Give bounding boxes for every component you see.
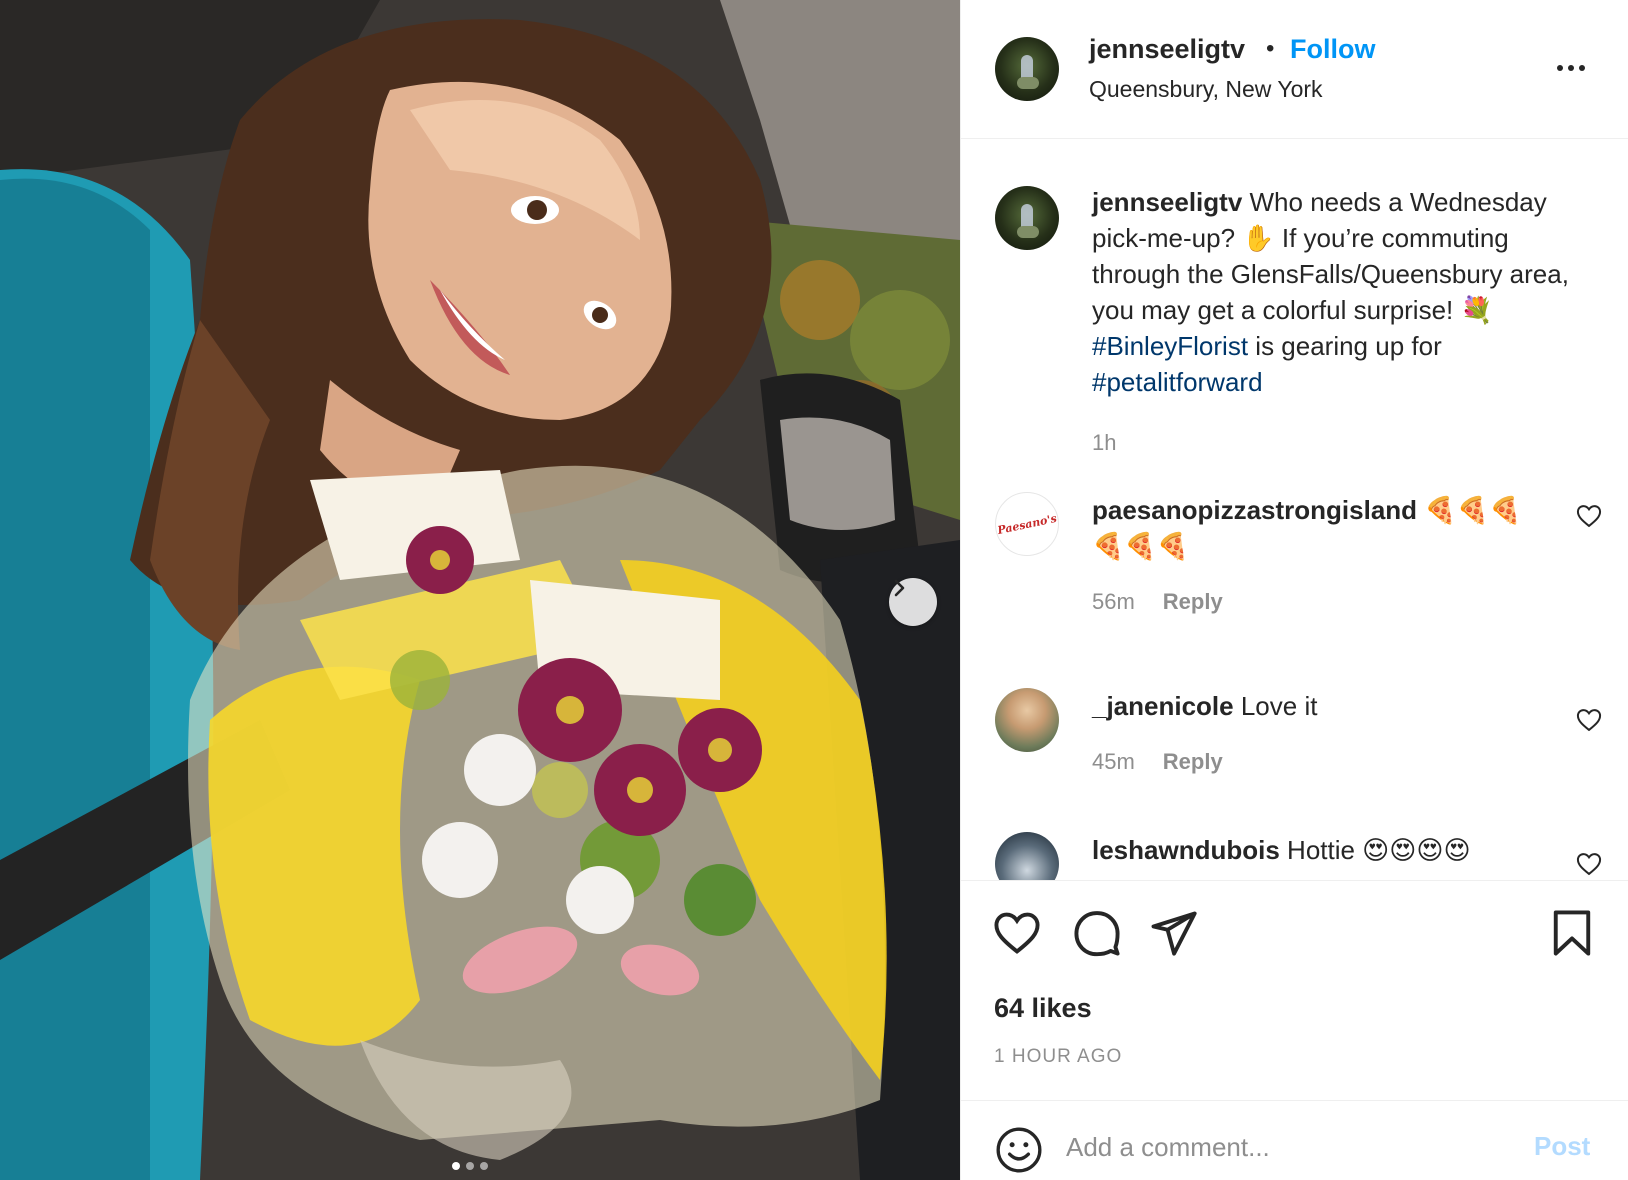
header-separator: •: [1266, 35, 1275, 62]
comment-meta: 45m Reply: [1092, 749, 1223, 775]
caption-username[interactable]: jennseeligtv: [1092, 187, 1242, 217]
hashtag-link[interactable]: #petalitforward: [1092, 367, 1263, 397]
paesano-logo: Paesano's: [996, 506, 1058, 542]
comment-body: Hottie 😍😍😍😍: [1279, 835, 1471, 865]
hashtag-link[interactable]: #BinleyFlorist: [1092, 331, 1248, 361]
commenter-avatar[interactable]: [995, 832, 1059, 880]
comment-meta: 56m Reply: [1092, 589, 1223, 615]
post-actions: 64 likes 1 HOUR AGO: [961, 880, 1628, 1100]
commenter-username[interactable]: _janenicole: [1092, 691, 1234, 721]
heart-icon[interactable]: [1575, 850, 1603, 878]
commenter-avatar[interactable]: [995, 688, 1059, 752]
post-photo[interactable]: [0, 0, 960, 1180]
post-caption: jennseeligtv Who needs a Wednesday pick-…: [1092, 184, 1602, 400]
more-options-button[interactable]: [1551, 56, 1591, 80]
comment-input[interactable]: [1066, 1123, 1496, 1171]
comment-text: paesanopizzastrongisland 🍕🍕🍕🍕🍕🍕: [1092, 492, 1542, 564]
add-comment-bar: Post: [961, 1100, 1628, 1180]
post-header: jennseeligtv • Follow Queensbury, New Yo…: [961, 0, 1628, 139]
follow-button[interactable]: Follow: [1290, 34, 1375, 65]
carousel-indicator: [452, 1162, 488, 1170]
post-comment-button[interactable]: Post: [1534, 1131, 1590, 1162]
carousel-dot: [480, 1162, 488, 1170]
caption-author-avatar[interactable]: [995, 186, 1059, 250]
likes-count[interactable]: 64 likes: [994, 993, 1092, 1024]
reply-button[interactable]: Reply: [1163, 589, 1223, 614]
comment-item: Paesano's paesanopizzastrongisland 🍕🍕🍕🍕🍕…: [961, 492, 1628, 642]
comments-list[interactable]: jennseeligtv Who needs a Wednesday pick-…: [961, 140, 1628, 880]
post-location[interactable]: Queensbury, New York: [1089, 76, 1323, 103]
heart-icon[interactable]: [1575, 706, 1603, 734]
smiley-icon[interactable]: [994, 1125, 1044, 1175]
comment-icon[interactable]: [1071, 907, 1123, 959]
comment-text: _janenicole Love it: [1092, 688, 1542, 724]
heart-icon[interactable]: [1575, 502, 1603, 530]
caption-text: is gearing up for: [1248, 331, 1442, 361]
commenter-username[interactable]: paesanopizzastrongisland: [1092, 495, 1417, 525]
heart-icon[interactable]: [991, 907, 1043, 959]
post-side-panel: jennseeligtv • Follow Queensbury, New Yo…: [960, 0, 1628, 1180]
paper-plane-icon[interactable]: [1147, 907, 1199, 959]
commenter-username[interactable]: leshawndubois: [1092, 835, 1280, 865]
comment-time[interactable]: 56m: [1092, 589, 1135, 614]
comment-item: leshawndubois Hottie 😍😍😍😍: [961, 832, 1628, 880]
comment-body: Love it: [1233, 691, 1318, 721]
selfie-image: [0, 0, 960, 1180]
reply-button[interactable]: Reply: [1163, 749, 1223, 774]
comment-item: _janenicole Love it 45m Reply: [961, 688, 1628, 798]
comment-time[interactable]: 45m: [1092, 749, 1135, 774]
comment-text: leshawndubois Hottie 😍😍😍😍: [1092, 832, 1542, 868]
carousel-next-button[interactable]: [889, 578, 937, 626]
more-horizontal-icon: [1557, 65, 1563, 71]
carousel-dot: [452, 1162, 460, 1170]
commenter-avatar[interactable]: Paesano's: [995, 492, 1059, 556]
author-avatar[interactable]: [995, 37, 1059, 101]
bookmark-icon[interactable]: [1546, 907, 1598, 959]
post-time-ago[interactable]: 1 HOUR AGO: [994, 1046, 1122, 1068]
chevron-right-icon: [894, 579, 905, 597]
carousel-dot: [466, 1162, 474, 1170]
author-username[interactable]: jennseeligtv: [1089, 34, 1245, 65]
caption-timestamp[interactable]: 1h: [1092, 430, 1116, 456]
